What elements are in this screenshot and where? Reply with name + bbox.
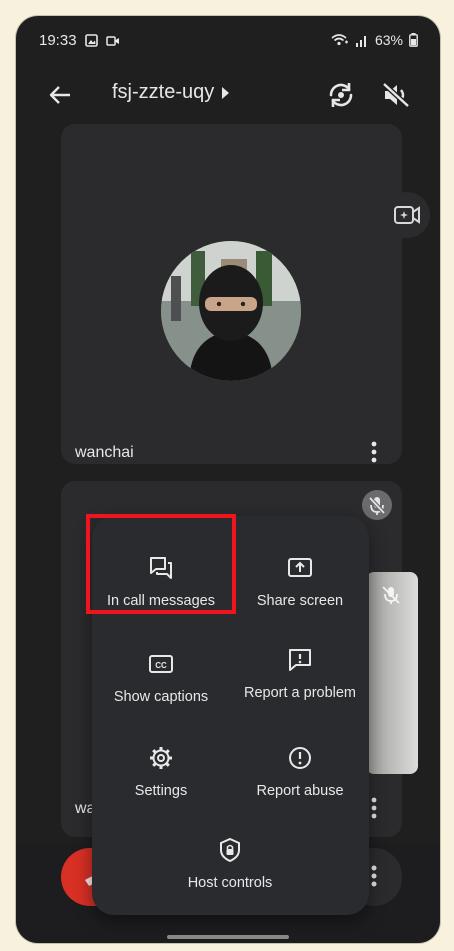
menu-item-report-problem[interactable]: Report a problem <box>231 646 369 702</box>
menu-item-label: Settings <box>134 783 188 799</box>
status-left: 19:33 <box>39 32 120 49</box>
avatar-photo <box>161 241 301 381</box>
self-view-tile[interactable] <box>366 572 418 774</box>
meeting-code: fsj-zzte-uqy <box>112 81 215 103</box>
menu-item-label: Report a problem <box>243 685 357 701</box>
participant-avatar <box>161 241 301 381</box>
report-problem-icon <box>289 649 311 671</box>
battery-percent: 63% <box>374 32 403 48</box>
mic-off-icon <box>368 496 386 515</box>
menu-item-show-captions[interactable]: CC Show captions <box>92 650 230 706</box>
wifi-calling-icon <box>331 34 348 46</box>
image-icon <box>84 34 98 47</box>
menu-item-host-controls[interactable]: Host controls <box>161 836 299 892</box>
menu-item-label: Report abuse <box>256 783 344 799</box>
menu-item-settings[interactable]: Settings <box>92 744 230 800</box>
host-controls-shield-icon <box>220 837 240 863</box>
mic-muted-badge <box>362 490 392 520</box>
participant-1-more-button[interactable] <box>364 438 384 466</box>
video-record-icon <box>105 35 119 46</box>
signal-icon <box>355 35 366 47</box>
highlight-box <box>86 514 236 614</box>
status-time: 19:33 <box>39 32 77 49</box>
menu-item-share-screen[interactable]: Share screen <box>231 554 369 610</box>
closed-captions-icon: CC <box>149 655 173 673</box>
participant-name: wanchai <box>75 444 134 461</box>
status-right: 63% <box>331 32 418 48</box>
share-screen-icon <box>288 558 312 577</box>
exclamation-circle-icon <box>289 747 311 769</box>
back-button[interactable] <box>44 79 76 111</box>
switch-camera-button[interactable] <box>325 79 357 111</box>
battery-icon <box>409 33 418 47</box>
svg-text:CC: CC <box>155 661 167 670</box>
status-bar: 19:33 63% <box>16 16 440 60</box>
mic-off-icon <box>382 586 400 604</box>
gear-icon <box>150 747 172 769</box>
camera-sparkle-icon <box>394 206 420 224</box>
menu-item-label: Share screen <box>256 593 344 609</box>
menu-item-label: Show captions <box>113 689 209 705</box>
chevron-right-icon <box>222 86 230 99</box>
arrow-left-icon <box>49 86 70 104</box>
home-indicator[interactable] <box>167 935 289 939</box>
meeting-title[interactable]: fsj-zzte-uqy <box>112 81 230 104</box>
menu-item-report-abuse[interactable]: Report abuse <box>231 744 369 800</box>
speaker-off-button[interactable] <box>380 79 412 111</box>
menu-item-label: Host controls <box>187 875 273 891</box>
visual-effects-button[interactable] <box>384 192 430 238</box>
phone-screen: 19:33 63% fsj-zzte-uqy wanchai wa In cal… <box>16 16 440 943</box>
app-bar: fsj-zzte-uqy <box>16 71 440 119</box>
